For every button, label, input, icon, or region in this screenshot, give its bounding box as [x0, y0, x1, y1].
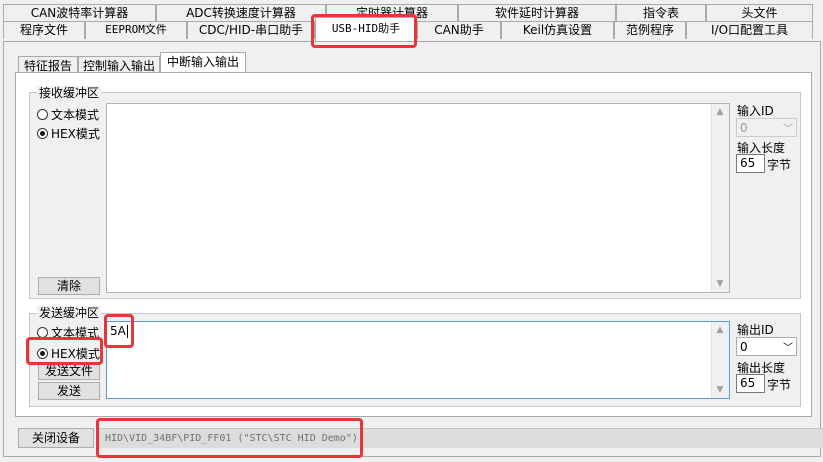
tab-header-file[interactable]: 头文件	[706, 4, 813, 22]
receive-hex-mode-radio[interactable]: HEX模式	[37, 125, 100, 142]
send-button[interactable]: 发送	[38, 382, 100, 400]
send-text-mode-radio[interactable]: 文本模式	[37, 324, 99, 341]
output-length-unit: 字节	[767, 378, 792, 392]
close-device-button[interactable]: 关闭设备	[18, 428, 94, 448]
scroll-down-icon[interactable]: ▼	[712, 276, 728, 292]
output-length-field[interactable]: 65	[736, 374, 765, 393]
tab-instruction-table[interactable]: 指令表	[616, 4, 706, 22]
send-hex-mode-label: HEX模式	[51, 347, 100, 361]
receive-buffer-textarea[interactable]: ▲ ▼	[106, 103, 730, 293]
send-buffer-textarea[interactable]: 5A ▲ ▼	[106, 321, 730, 399]
scroll-down-icon[interactable]: ▼	[712, 382, 728, 398]
receive-scrollbar[interactable]: ▲ ▼	[711, 104, 729, 292]
output-id-select[interactable]: 0 ﹀	[736, 337, 797, 356]
tab-can-assistant[interactable]: CAN助手	[417, 21, 501, 39]
scroll-up-icon[interactable]: ▲	[712, 322, 728, 338]
send-scrollbar[interactable]: ▲ ▼	[711, 322, 729, 398]
input-id-select[interactable]: 0 ﹀	[736, 118, 797, 137]
output-id-value: 0	[740, 340, 748, 354]
send-text-mode-label: 文本模式	[51, 326, 100, 340]
radio-off-icon	[37, 109, 48, 120]
radio-off-icon	[37, 327, 48, 338]
clear-button[interactable]: 清除	[38, 277, 100, 295]
receive-group-title: 接收缓冲区	[37, 86, 102, 100]
tab-io-config-tool[interactable]: I/O口配置工具	[686, 21, 813, 39]
tab-usb-hid-assistant[interactable]: USB-HID助手	[315, 17, 417, 41]
send-hex-mode-radio[interactable]: HEX模式	[37, 345, 100, 362]
tab-cdc-hid-serial-assistant[interactable]: CDC/HID-串口助手	[187, 21, 315, 39]
receive-hex-mode-label: HEX模式	[51, 127, 100, 141]
scroll-up-icon[interactable]: ▲	[712, 104, 728, 120]
send-buffer-text: 5A	[110, 324, 126, 338]
tab-eeprom-file[interactable]: EEPROM文件	[85, 21, 187, 39]
tab-interrupt-io[interactable]: 中断输入输出	[160, 52, 246, 72]
receive-text-mode-radio[interactable]: 文本模式	[37, 106, 99, 123]
radio-on-icon	[37, 128, 48, 139]
input-length-field[interactable]: 65	[736, 154, 765, 173]
input-id-value: 0	[740, 121, 748, 135]
send-file-button[interactable]: 发送文件	[38, 363, 100, 380]
input-id-label: 输入ID	[737, 104, 774, 118]
tab-can-baud-calculator[interactable]: CAN波特率计算器	[3, 4, 156, 22]
chevron-down-icon: ﹀	[783, 124, 793, 135]
output-id-label: 输出ID	[737, 323, 774, 337]
text-caret	[127, 325, 128, 338]
radio-on-icon	[37, 348, 48, 359]
tab-software-delay-calculator[interactable]: 软件延时计算器	[458, 4, 616, 22]
tab-example-programs[interactable]: 范例程序	[614, 21, 686, 39]
chevron-down-icon: ﹀	[783, 343, 793, 354]
input-length-unit: 字节	[767, 158, 792, 172]
tab-keil-simulation-settings[interactable]: Keil仿真设置	[501, 21, 614, 39]
send-group-title: 发送缓冲区	[37, 306, 102, 320]
tab-program-file[interactable]: 程序文件	[3, 21, 85, 39]
receive-text-mode-label: 文本模式	[51, 108, 100, 122]
device-path-status: HID\VID_34BF\PID_FF01 ("STC\STC HID Demo…	[97, 428, 823, 448]
tab-adc-speed-calculator[interactable]: ADC转换速度计算器	[156, 4, 326, 22]
